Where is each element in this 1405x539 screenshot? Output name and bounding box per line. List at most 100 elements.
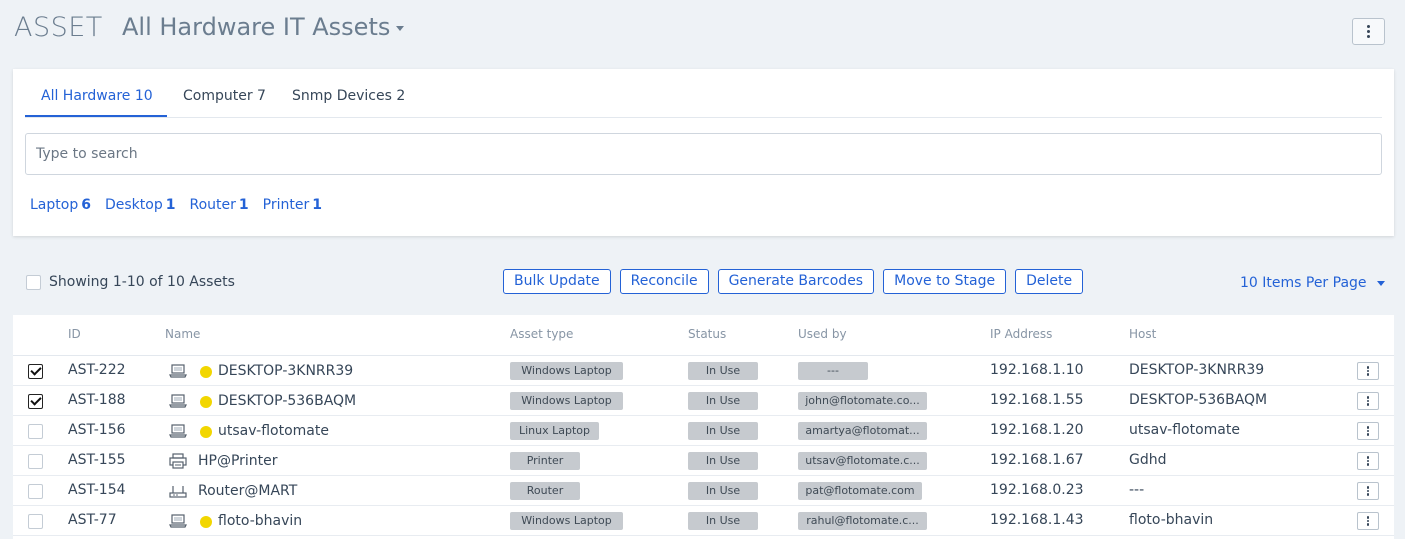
more-vertical-icon <box>1367 25 1370 38</box>
laptop-icon <box>168 386 188 416</box>
row-checkbox[interactable] <box>28 454 43 469</box>
view-selector[interactable]: All Hardware IT Assets <box>122 13 405 41</box>
showing-count: Showing 1-10 of 10 Assets <box>49 274 235 290</box>
search-input[interactable] <box>25 133 1382 175</box>
more-vertical-icon <box>1366 366 1370 376</box>
column-header-ip-address[interactable]: IP Address <box>990 327 1052 341</box>
used-by-badge: utsav@flotomate.c... <box>798 452 927 470</box>
row-checkbox[interactable] <box>28 514 43 529</box>
status-badge: In Use <box>688 452 758 470</box>
quick-filters: Laptop 6 Desktop 1 Router 1 Printer 1 <box>30 197 322 213</box>
ip-address: 192.168.1.20 <box>990 422 1084 438</box>
table-row[interactable]: AST-154 Router@MART Router In Use pat@flotom… <box>13 476 1394 506</box>
status-badge: In Use <box>688 482 758 500</box>
laptop-icon <box>168 506 188 536</box>
row-checkbox[interactable] <box>28 424 43 439</box>
row-checkbox[interactable] <box>28 364 43 379</box>
caret-down-icon <box>396 25 405 31</box>
column-header-status[interactable]: Status <box>688 327 726 341</box>
more-vertical-icon <box>1366 486 1370 496</box>
online-status-dot <box>200 426 212 438</box>
column-header-asset-type[interactable]: Asset type <box>510 327 573 341</box>
table-row[interactable]: AST-222 DESKTOP-3KNRR39 Windows Laptop In U… <box>13 356 1394 386</box>
host-name: DESKTOP-3KNRR39 <box>1129 362 1265 378</box>
quick-filter-router[interactable]: Router 1 <box>189 197 248 213</box>
status-badge: In Use <box>688 512 758 530</box>
tab-computer[interactable]: Computer 7 <box>183 88 266 104</box>
asset-name-link[interactable]: utsav-flotomate <box>218 423 329 439</box>
online-status-dot <box>200 396 212 408</box>
more-vertical-icon <box>1366 456 1370 466</box>
assets-table: ID Name Asset type Status Used by IP Add… <box>13 315 1394 539</box>
tab-snmp-devices[interactable]: Snmp Devices 2 <box>292 88 405 104</box>
host-name: DESKTOP-536BAQM <box>1129 392 1268 408</box>
row-more-button[interactable] <box>1357 482 1379 500</box>
quick-filter-printer[interactable]: Printer 1 <box>263 197 322 213</box>
online-status-dot <box>200 516 212 528</box>
page-header: ASSET All Hardware IT Assets <box>0 0 1405 60</box>
table-row[interactable]: AST-155 HP@Printer Printer In Use utsav@flot… <box>13 446 1394 476</box>
bulk-update-button[interactable]: Bulk Update <box>503 269 611 294</box>
asset-type-badge: Windows Laptop <box>510 512 623 530</box>
asset-name-link[interactable]: DESKTOP-3KNRR39 <box>218 363 353 379</box>
bulk-actions: Bulk Update Reconcile Generate Barcodes … <box>503 269 1084 294</box>
select-all-checkbox[interactable] <box>26 275 41 290</box>
column-header-used-by[interactable]: Used by <box>798 327 847 341</box>
row-more-button[interactable] <box>1357 512 1379 530</box>
host-name: --- <box>1129 482 1145 498</box>
used-by-badge: rahul@flotomate.c... <box>798 512 927 530</box>
asset-name-link[interactable]: Router@MART <box>198 483 297 499</box>
row-more-button[interactable] <box>1357 422 1379 440</box>
asset-type-badge: Printer <box>510 452 580 470</box>
table-row[interactable]: AST-77 floto-bhavin Windows Laptop In Use ra… <box>13 506 1394 536</box>
used-by-badge: --- <box>798 362 868 380</box>
asset-id-link[interactable]: AST-155 <box>68 452 126 468</box>
printer-icon <box>168 446 188 476</box>
ip-address: 192.168.1.67 <box>990 452 1084 468</box>
row-more-button[interactable] <box>1357 392 1379 410</box>
asset-id-link[interactable]: AST-77 <box>68 512 117 528</box>
more-vertical-icon <box>1366 516 1370 526</box>
asset-id-link[interactable]: AST-154 <box>68 482 126 498</box>
asset-type-badge: Router <box>510 482 580 500</box>
delete-button[interactable]: Delete <box>1015 269 1084 294</box>
asset-name-link[interactable]: floto-bhavin <box>218 513 302 529</box>
quick-filter-laptop[interactable]: Laptop 6 <box>30 197 91 213</box>
reconcile-button[interactable]: Reconcile <box>619 269 709 294</box>
status-badge: In Use <box>688 392 758 410</box>
asset-id-link[interactable]: AST-156 <box>68 422 126 438</box>
row-checkbox[interactable] <box>28 484 43 499</box>
row-more-button[interactable] <box>1357 362 1379 380</box>
row-more-button[interactable] <box>1357 452 1379 470</box>
generate-barcodes-button[interactable]: Generate Barcodes <box>717 269 875 294</box>
filter-panel: All Hardware 10 Computer 7 Snmp Devices … <box>13 69 1394 236</box>
move-to-stage-button[interactable]: Move to Stage <box>883 269 1007 294</box>
quick-filter-desktop[interactable]: Desktop 1 <box>105 197 176 213</box>
online-status-dot <box>200 366 212 378</box>
asset-id-link[interactable]: AST-188 <box>68 392 126 408</box>
asset-name-link[interactable]: HP@Printer <box>198 453 278 469</box>
module-title: ASSET <box>14 12 103 43</box>
asset-name-link[interactable]: DESKTOP-536BAQM <box>218 393 356 409</box>
table-row[interactable]: AST-156 utsav-flotomate Linux Laptop In Use… <box>13 416 1394 446</box>
caret-down-icon <box>1376 280 1385 286</box>
header-more-button[interactable] <box>1352 18 1385 45</box>
asset-type-badge: Linux Laptop <box>510 422 599 440</box>
laptop-icon <box>168 416 188 446</box>
asset-id-link[interactable]: AST-222 <box>68 362 126 378</box>
asset-tabs: All Hardware 10 Computer 7 Snmp Devices … <box>25 69 1382 118</box>
host-name: floto-bhavin <box>1129 512 1214 528</box>
items-per-page-dropdown[interactable]: 10 Items Per Page <box>1240 275 1385 291</box>
tab-all-hardware[interactable]: All Hardware 10 <box>41 88 153 104</box>
column-header-id[interactable]: ID <box>68 327 81 341</box>
column-header-name[interactable]: Name <box>165 327 200 341</box>
row-checkbox[interactable] <box>28 394 43 409</box>
table-row[interactable]: AST-188 DESKTOP-536BAQM Windows Laptop In U… <box>13 386 1394 416</box>
column-header-host[interactable]: Host <box>1129 327 1156 341</box>
ip-address: 192.168.1.55 <box>990 392 1084 408</box>
host-name: utsav-flotomate <box>1129 422 1240 438</box>
asset-type-badge: Windows Laptop <box>510 362 623 380</box>
used-by-badge: pat@flotomate.com <box>798 482 922 500</box>
more-vertical-icon <box>1366 396 1370 406</box>
asset-type-badge: Windows Laptop <box>510 392 623 410</box>
